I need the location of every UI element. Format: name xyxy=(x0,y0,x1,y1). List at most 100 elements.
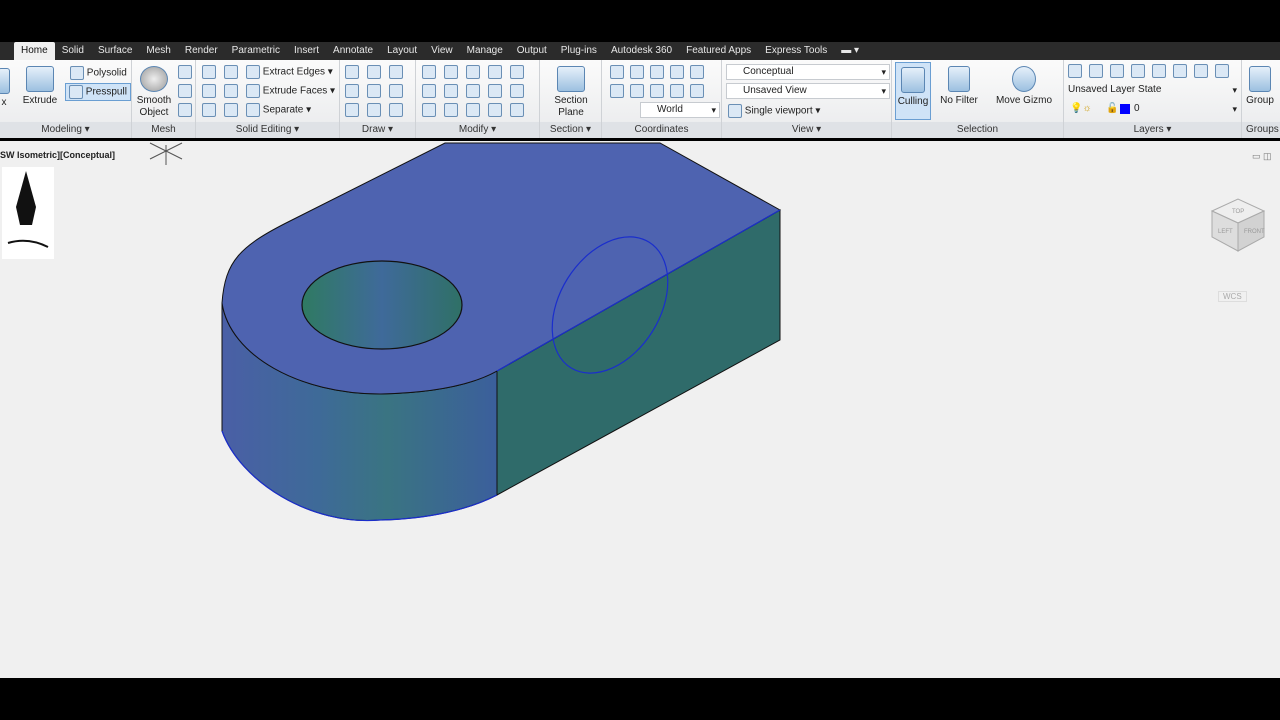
tab-surface[interactable]: Surface xyxy=(91,42,139,60)
ucs-world-icon[interactable] xyxy=(690,65,704,79)
panel-title-mesh[interactable]: Mesh xyxy=(132,122,195,138)
grid-array-icon[interactable] xyxy=(510,103,524,117)
layer-unisolate-icon[interactable] xyxy=(1194,64,1208,78)
mesh-refine-icon[interactable] xyxy=(178,103,192,117)
circle-icon[interactable] xyxy=(389,84,403,98)
ucs-dropdown[interactable]: World xyxy=(640,102,720,118)
tab-solid[interactable]: Solid xyxy=(55,42,91,60)
layer-match-icon[interactable] xyxy=(1173,64,1187,78)
tab-express-tools[interactable]: Express Tools xyxy=(758,42,834,60)
no-filter-button[interactable]: No Filter xyxy=(936,66,982,107)
ucs-x-icon[interactable] xyxy=(610,84,624,98)
subtract-icon[interactable] xyxy=(202,84,216,98)
ucs-view-icon[interactable] xyxy=(670,65,684,79)
panel-title-view[interactable]: View ▾ xyxy=(722,122,891,138)
named-view-dropdown[interactable]: Unsaved View xyxy=(726,83,890,99)
ucs-face-icon[interactable] xyxy=(630,65,644,79)
panel-title-modeling[interactable]: Modeling ▾ xyxy=(0,122,131,138)
fillet-icon[interactable] xyxy=(510,84,524,98)
mesh-remove-icon[interactable] xyxy=(178,84,192,98)
mesh-add-icon[interactable] xyxy=(178,65,192,79)
tab-insert[interactable]: Insert xyxy=(287,42,326,60)
ellipse-icon[interactable] xyxy=(389,103,403,117)
smooth-object-button[interactable]: Smooth Object xyxy=(134,66,174,119)
tab-view[interactable]: View xyxy=(424,42,460,60)
erase-icon[interactable] xyxy=(422,103,436,117)
interfere-icon[interactable] xyxy=(224,65,238,79)
tab-manage[interactable]: Manage xyxy=(460,42,510,60)
extract-edges-button[interactable]: Extract Edges ▾ xyxy=(246,65,333,79)
gizmo-rotate-icon[interactable] xyxy=(444,65,458,79)
ucs-z-icon[interactable] xyxy=(670,84,684,98)
offset-icon[interactable] xyxy=(488,84,502,98)
rotate3d-icon[interactable] xyxy=(345,65,359,79)
polyline-icon[interactable] xyxy=(389,65,403,79)
camera-icon[interactable]: ▬ ▾ xyxy=(834,42,866,60)
panel-title-layers[interactable]: Layers ▾ xyxy=(1064,122,1241,138)
line-icon[interactable] xyxy=(367,84,381,98)
array-icon[interactable] xyxy=(466,103,480,117)
view-cube[interactable]: TOP LEFT FRONT xyxy=(1196,193,1280,273)
tab-annotate[interactable]: Annotate xyxy=(326,42,380,60)
layer-dropdown[interactable]: 💡☼ 🔓 0 xyxy=(1066,102,1240,118)
thicken-icon[interactable] xyxy=(224,103,238,117)
rotate-icon[interactable] xyxy=(466,84,480,98)
section-plane-button[interactable]: Section Plane xyxy=(548,66,594,119)
extrude-button[interactable]: Extrude xyxy=(20,66,60,107)
ucs-previous-icon[interactable] xyxy=(630,84,644,98)
trim-icon[interactable] xyxy=(510,65,524,79)
layer-state-dropdown[interactable]: Unsaved Layer State xyxy=(1066,83,1240,99)
group-button[interactable]: Group xyxy=(1244,66,1276,107)
ucs-zaxis-icon[interactable] xyxy=(690,84,704,98)
tab-parametric[interactable]: Parametric xyxy=(225,42,287,60)
scale-icon[interactable] xyxy=(422,65,436,79)
presspull-button[interactable]: Presspull xyxy=(65,83,131,101)
visual-style-dropdown[interactable]: Conceptual xyxy=(726,64,890,80)
move-gizmo-button[interactable]: Move Gizmo xyxy=(992,66,1056,107)
tab-plugins[interactable]: Plug-ins xyxy=(554,42,604,60)
copy-icon[interactable] xyxy=(488,65,502,79)
culling-button[interactable]: Culling xyxy=(895,62,931,120)
layer-properties-icon[interactable] xyxy=(1068,64,1082,78)
polygon-icon[interactable] xyxy=(345,103,359,117)
box-button[interactable]: x xyxy=(0,68,14,109)
slice-icon[interactable] xyxy=(224,84,238,98)
tab-mesh[interactable]: Mesh xyxy=(139,42,177,60)
rectangle-icon[interactable] xyxy=(367,103,381,117)
hole[interactable] xyxy=(301,260,463,350)
ucs-icon[interactable] xyxy=(610,65,624,79)
panel-title-draw[interactable]: Draw ▾ xyxy=(340,122,415,138)
tab-output[interactable]: Output xyxy=(510,42,554,60)
panel-title-modify[interactable]: Modify ▾ xyxy=(416,122,539,138)
layer-freeze-icon[interactable] xyxy=(1131,64,1145,78)
ucs-y-icon[interactable] xyxy=(650,84,664,98)
stretch-icon[interactable] xyxy=(422,84,436,98)
intersect-icon[interactable] xyxy=(202,103,216,117)
wcs-menu[interactable]: WCS xyxy=(1218,291,1247,302)
ucs-3point-icon[interactable] xyxy=(650,65,664,79)
panel-title-groups[interactable]: Groups xyxy=(1242,122,1280,138)
move-icon[interactable] xyxy=(466,65,480,79)
tab-featured-apps[interactable]: Featured Apps xyxy=(679,42,758,60)
separate-button[interactable]: Separate ▾ xyxy=(246,103,311,117)
extrude-faces-button[interactable]: Extrude Faces ▾ xyxy=(246,84,335,98)
panel-title-solid-editing[interactable]: Solid Editing ▾ xyxy=(196,122,339,138)
tab-autodesk360[interactable]: Autodesk 360 xyxy=(604,42,679,60)
drawing-viewport[interactable]: SW Isometric][Conceptual] TOP LEFT FRONT… xyxy=(0,141,1280,678)
layer-off-icon[interactable] xyxy=(1089,64,1103,78)
panel-title-section[interactable]: Section ▾ xyxy=(540,122,601,138)
viewport-controls[interactable]: ▭ ◫ xyxy=(1252,151,1272,162)
viewport-config-button[interactable]: Single viewport ▾ xyxy=(728,104,820,118)
union-icon[interactable] xyxy=(202,65,216,79)
polysolid-button[interactable]: Polysolid xyxy=(70,66,127,80)
tab-home[interactable]: Home xyxy=(14,42,55,60)
panel-title-coordinates[interactable]: Coordinates xyxy=(602,122,721,138)
edit-icon[interactable] xyxy=(488,103,502,117)
layer-lock-icon[interactable] xyxy=(1152,64,1166,78)
tab-render[interactable]: Render xyxy=(178,42,225,60)
align-icon[interactable] xyxy=(367,65,381,79)
tab-layout[interactable]: Layout xyxy=(380,42,424,60)
spline-icon[interactable] xyxy=(345,84,359,98)
explode-icon[interactable] xyxy=(444,84,458,98)
layer-isolate-icon[interactable] xyxy=(1110,64,1124,78)
